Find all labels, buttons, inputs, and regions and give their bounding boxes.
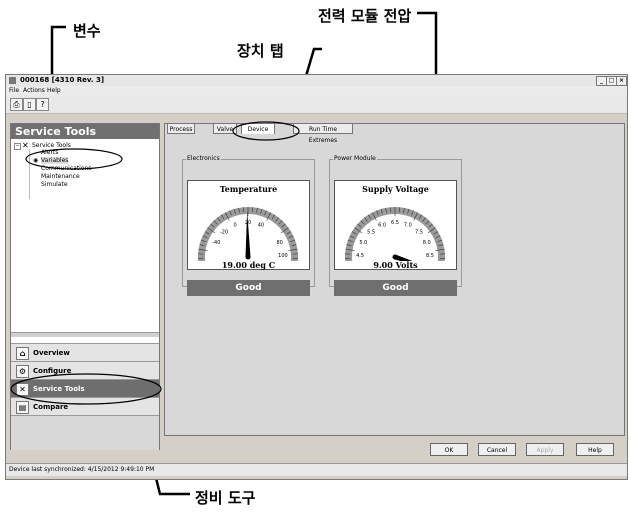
temperature-needle — [245, 211, 251, 258]
supply-voltage-tick-label: 4.5 — [356, 253, 364, 259]
temperature-needle-hub — [245, 254, 251, 260]
splitter[interactable] — [11, 332, 159, 337]
temperature-dial: -80-40-200204080100120 — [198, 207, 298, 261]
supply-voltage-tick-label: 8.5 — [426, 253, 434, 259]
temperature-tick-label: -20 — [220, 229, 228, 235]
nav-overview[interactable]: ⌂ Overview — [11, 343, 159, 361]
ok-button[interactable]: OK — [430, 443, 468, 456]
power-module-group: Power Module Supply Voltage 4.04.55.05.5… — [329, 155, 462, 296]
power-module-status: Good — [334, 280, 457, 296]
supply-voltage-tick-label: 6.0 — [378, 222, 386, 228]
tree-item-maintenance[interactable]: Maintenance — [41, 173, 80, 180]
home-icon: ⌂ — [16, 347, 29, 360]
tab-process[interactable]: Process — [167, 123, 195, 134]
electronics-label: Electronics — [186, 155, 221, 162]
app-icon — [9, 77, 16, 84]
apply-button[interactable]: Apply — [526, 443, 564, 456]
nav-footer — [11, 415, 159, 450]
temperature-tick-label: 80 — [276, 240, 282, 246]
close-button[interactable]: × — [616, 76, 627, 86]
electronics-status: Good — [187, 280, 310, 296]
supply-voltage-tick-label: 7.5 — [415, 229, 423, 235]
menu-actions[interactable]: Actions — [23, 86, 45, 96]
nav-overview-label: Overview — [33, 349, 70, 357]
left-panel-header: Service Tools — [11, 124, 159, 139]
window-title: 000168 [4310 Rev. 3] — [20, 76, 105, 84]
temperature-value: 19.00 deg C — [221, 260, 276, 270]
app-window: 000168 [4310 Rev. 3] _ □ × File Actions … — [5, 74, 628, 480]
help-button[interactable]: Help — [576, 443, 614, 456]
cancel-button[interactable]: Cancel — [478, 443, 516, 456]
electronics-group: Electronics Temperature -80-40-200204080… — [182, 155, 315, 296]
supply-voltage-tick-label: 8.0 — [423, 240, 431, 246]
supply-voltage-value: 9.00 Volts — [373, 260, 418, 270]
toolbar: ⎙ ▯ ? — [6, 96, 627, 114]
temperature-tick-label: 0 — [234, 222, 237, 228]
power-module-label: Power Module — [333, 155, 377, 162]
temperature-tick-label: 100 — [278, 253, 288, 259]
supply-voltage-tick-label: 5.5 — [367, 229, 375, 235]
temperature-tick-label: -40 — [212, 240, 220, 246]
tab-run-time-extremes[interactable]: Run Time Extremes — [293, 123, 353, 144]
variables-highlight-ellipse — [25, 148, 123, 170]
menu-file[interactable]: File — [9, 86, 19, 96]
sync-status-text: Device last synchronized: 4/15/2012 9:49… — [9, 466, 155, 473]
menu-help[interactable]: Help — [47, 86, 61, 96]
service-tools-highlight-ellipse — [10, 373, 162, 405]
supply-voltage-dial: 4.04.55.05.56.06.57.07.58.08.59.0 — [345, 207, 445, 261]
supply-voltage-tick-label: 7.0 — [404, 222, 412, 228]
temperature-gauge: Temperature -80-40-200204080100120 19.00… — [187, 180, 310, 270]
device-tab-highlight-ellipse — [232, 121, 300, 141]
tree-item-simulate[interactable]: Simulate — [41, 181, 68, 188]
supply-voltage-tick-label: 5.0 — [359, 240, 367, 246]
temperature-tick-label: 40 — [258, 222, 264, 228]
supply-voltage-tick-label: 6.5 — [391, 220, 399, 226]
status-bar: Device last synchronized: 4/15/2012 9:49… — [6, 463, 627, 476]
title-bar: 000168 [4310 Rev. 3] _ □ × — [6, 75, 627, 86]
document-icon[interactable]: ▯ — [23, 98, 36, 111]
print-icon[interactable]: ⎙ — [10, 98, 23, 111]
help-pointer-icon[interactable]: ? — [36, 98, 49, 111]
tree-expander[interactable]: − — [14, 143, 21, 150]
supply-voltage-needle-hub — [392, 254, 398, 260]
content-area: Process Valve Device Run Time Extremes E… — [164, 121, 625, 436]
supply-voltage-gauge: Supply Voltage 4.04.55.05.56.06.57.07.58… — [334, 180, 457, 270]
menu-bar: File Actions Help — [6, 86, 627, 96]
